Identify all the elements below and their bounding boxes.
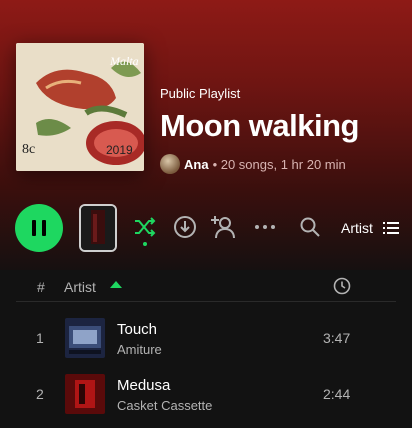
cover-stamp-year: 2019 [106,143,133,157]
sort-by-label[interactable]: Artist [341,220,373,236]
shuffle-icon[interactable] [132,214,158,246]
now-playing-thumbnail[interactable] [79,204,117,252]
playlist-header: 8c Malta 2019 Public Playlist Moon walki… [0,0,412,190]
cover-stamp-value: 8c [22,142,35,157]
table-row[interactable]: 1 Touch Amiture 3:47 [0,310,412,366]
track-table: # Artist 1 Touch Amiture 3:47 2 Medusa C… [0,270,412,414]
track-title[interactable]: Medusa [117,377,170,394]
table-row[interactable]: 2 Medusa Casket Cassette 2:44 [0,366,412,422]
owner-avatar[interactable] [160,154,180,174]
track-artist[interactable]: Amiture [117,342,162,357]
track-artist[interactable]: Casket Cassette [117,398,212,413]
playlist-stats: • 20 songs, 1 hr 20 min [212,156,346,172]
pause-button[interactable] [15,204,63,252]
playlist-cover[interactable]: 8c Malta 2019 [16,43,144,171]
more-options-icon[interactable] [252,214,278,240]
cover-stamp-brand: Malta [109,54,139,68]
track-number: 1 [36,330,44,346]
playlist-kind: Public Playlist [160,86,241,101]
search-icon[interactable] [297,214,323,240]
cover-art-image: 8c Malta 2019 [16,43,144,171]
playlist-meta: Public Playlist Moon walking Ana • 20 so… [160,86,405,174]
track-number: 2 [36,386,44,402]
playlist-title[interactable]: Moon walking [160,108,405,144]
track-duration: 3:47 [323,330,351,346]
owner-name[interactable]: Ana [184,157,209,172]
track-duration: 2:44 [323,386,351,402]
pause-icon [32,220,36,236]
list-view-icon[interactable] [383,220,399,236]
action-bar: Artist [0,190,412,270]
track-artwork [65,318,105,358]
column-artist[interactable]: Artist [64,279,96,295]
column-number: # [37,279,45,295]
table-header: # Artist [16,270,396,302]
playlist-byline: Ana • 20 songs, 1 hr 20 min [160,154,405,174]
clock-icon [333,277,351,295]
sort-ascending-icon [110,281,122,288]
download-icon[interactable] [172,214,198,240]
track-artwork [65,374,105,414]
track-title[interactable]: Touch [117,321,157,338]
add-user-icon[interactable] [211,214,237,240]
